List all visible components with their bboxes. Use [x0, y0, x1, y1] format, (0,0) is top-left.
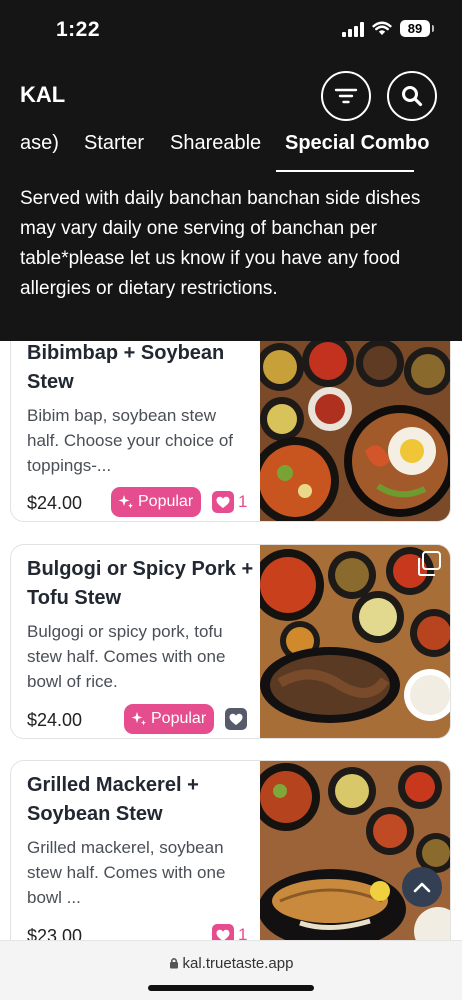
cellular-signal-icon — [342, 21, 364, 37]
tab-previous-category[interactable]: ase) — [20, 132, 59, 170]
filter-button[interactable] — [321, 71, 371, 121]
popular-badge: Popular — [124, 704, 215, 734]
like-button[interactable] — [212, 491, 234, 513]
wifi-icon — [372, 21, 392, 35]
food-photo — [260, 545, 450, 738]
category-description: Served with daily banchan banchan side d… — [20, 188, 421, 299]
like-button[interactable] — [225, 708, 247, 730]
active-tab-indicator — [276, 170, 414, 172]
heart-icon — [229, 713, 243, 725]
menu-item-price: $24.00 — [27, 710, 83, 730]
menu-item-card[interactable]: Bulgogi or Spicy Pork + Tofu Stew Bulgog… — [10, 544, 451, 739]
menu-item-description: Bulgogi or spicy pork, tofu stew half. C… — [27, 622, 226, 691]
chevron-up-icon — [413, 882, 431, 893]
status-bar: 1:22 89 — [0, 0, 462, 60]
menu-item-card[interactable]: Grilled Mackerel + Soybean Stew Grilled … — [10, 760, 451, 960]
menu-item-description: Grilled mackerel, soybean stew half. Com… — [27, 838, 226, 907]
sparkle-icon — [131, 712, 146, 726]
status-icons: 89 — [342, 20, 434, 37]
heart-icon — [216, 496, 230, 508]
status-time: 1:22 — [56, 18, 101, 41]
address-display[interactable]: kal.truetaste.app — [0, 955, 462, 972]
menu-item-description: Bibim bap, soybean stew half. Choose you… — [27, 406, 234, 475]
multiple-photos-icon — [418, 551, 441, 576]
search-button[interactable] — [387, 71, 437, 121]
tab-starter[interactable]: Starter — [84, 132, 144, 170]
menu-item-title: Bibimbap + Soybean Stew — [27, 342, 225, 393]
menu-item-price: $24.00 — [27, 493, 83, 513]
menu-item-title: Grilled Mackerel + Soybean Stew — [27, 774, 199, 825]
food-photo — [260, 761, 450, 959]
scroll-to-top-button[interactable] — [402, 867, 442, 907]
popular-label: Popular — [138, 493, 194, 510]
popular-badge: Popular — [111, 487, 202, 517]
like-count: 1 — [238, 492, 248, 511]
category-tabs: ase) Starter Shareable Special Combo — [0, 128, 462, 174]
sparkle-icon — [118, 495, 133, 509]
popular-label: Popular — [151, 710, 207, 727]
filter-lines-icon — [334, 88, 358, 104]
lock-icon — [169, 957, 178, 969]
menu-header: 1:22 89 KAL ase) Starter Shareable Speci… — [0, 0, 462, 341]
tab-shareable[interactable]: Shareable — [170, 132, 261, 170]
restaurant-name: KAL — [20, 82, 66, 107]
home-indicator[interactable] — [148, 985, 314, 991]
search-icon — [402, 86, 423, 107]
browser-address-bar[interactable]: kal.truetaste.app — [0, 940, 462, 1000]
menu-screen: Bibimbap + Soybean Stew Bibim bap, soybe… — [0, 0, 462, 1000]
battery-indicator: 89 — [400, 20, 434, 37]
url-text: kal.truetaste.app — [182, 955, 294, 972]
tab-special-combo[interactable]: Special Combo — [285, 132, 429, 170]
menu-item-title: Bulgogi or Spicy Pork + Tofu Stew — [27, 558, 254, 609]
